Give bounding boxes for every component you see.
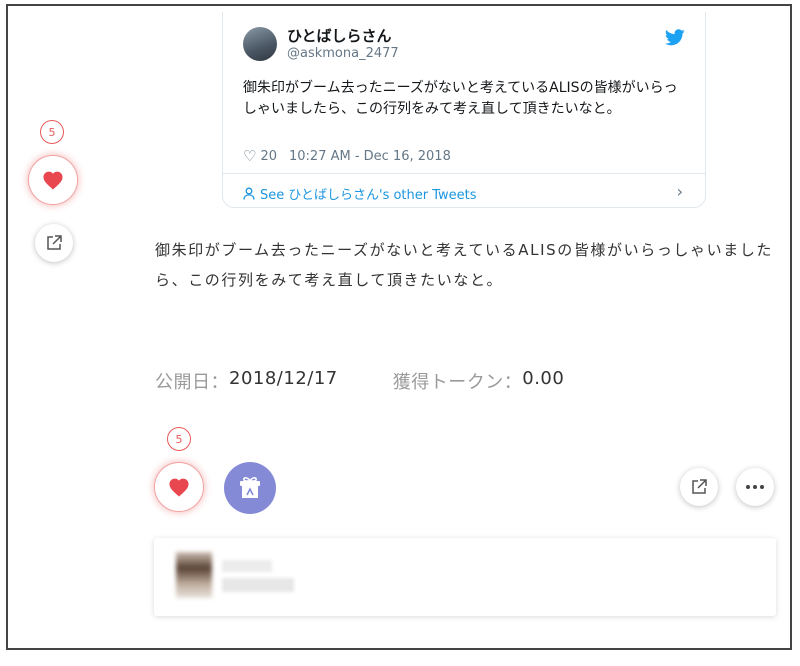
more-icon bbox=[746, 485, 764, 489]
published-label: 公開日： bbox=[155, 372, 229, 393]
author-id-redacted bbox=[222, 578, 294, 592]
tweet-text: 御朱印がブーム去ったニーズがないと考えているALISの皆様がいらっしゃいましたら… bbox=[243, 80, 678, 117]
person-icon bbox=[243, 187, 255, 200]
tweet-author-name[interactable]: ひとばしらさん bbox=[287, 25, 392, 46]
share-icon bbox=[47, 235, 62, 250]
heart-outline-icon[interactable]: ♡ bbox=[243, 147, 256, 165]
like-button[interactable] bbox=[154, 462, 204, 512]
tweet-author-avatar[interactable] bbox=[243, 27, 277, 61]
more-options-button[interactable] bbox=[736, 468, 774, 506]
gift-icon bbox=[240, 477, 260, 498]
like-count-badge: 5 bbox=[167, 427, 191, 451]
sidebar-like-count: 5 bbox=[40, 120, 64, 144]
tokens-label: 獲得トークン： bbox=[392, 372, 523, 393]
tweet-timestamp[interactable]: 10:27 AM - Dec 16, 2018 bbox=[289, 149, 451, 164]
author-card[interactable] bbox=[154, 538, 776, 616]
tip-gift-button[interactable] bbox=[224, 462, 276, 514]
share-button[interactable] bbox=[680, 468, 718, 506]
tweet-meta: ♡ 20 10:27 AM - Dec 16, 2018 bbox=[243, 147, 451, 165]
chevron-right-icon[interactable]: › bbox=[677, 182, 683, 201]
see-other-tweets-link[interactable]: See ひとばしらさん's other Tweets bbox=[243, 184, 477, 203]
article-body: 御朱印がブーム去ったニーズがないと考えているALISの皆様がいらっしゃいましたら… bbox=[155, 241, 774, 289]
heart-icon bbox=[43, 171, 63, 190]
tweet-author-handle[interactable]: @askmona_2477 bbox=[287, 46, 399, 61]
tweet-like-count: 20 bbox=[260, 148, 277, 164]
see-other-tweets-label: See ひとばしらさん's other Tweets bbox=[260, 188, 477, 203]
tweet-divider bbox=[223, 173, 705, 174]
tokens-value: 0.00 bbox=[522, 368, 565, 389]
sidebar-like-button[interactable] bbox=[28, 155, 78, 205]
author-avatar[interactable] bbox=[176, 552, 212, 598]
article-frame: ひとばしらさん @askmona_2477 御朱印がブーム去ったニーズがないと考… bbox=[6, 4, 792, 650]
embedded-tweet[interactable]: ひとばしらさん @askmona_2477 御朱印がブーム去ったニーズがないと考… bbox=[222, 12, 706, 208]
share-icon bbox=[692, 479, 707, 494]
sidebar-share-button[interactable] bbox=[35, 224, 73, 262]
published-date: 2018/12/17 bbox=[229, 368, 338, 389]
article-meta: 公開日： 2018/12/17 獲得トークン： 0.00 bbox=[155, 368, 564, 394]
heart-icon bbox=[169, 478, 189, 497]
author-name-redacted bbox=[222, 560, 272, 572]
twitter-bird-icon[interactable] bbox=[665, 29, 685, 46]
